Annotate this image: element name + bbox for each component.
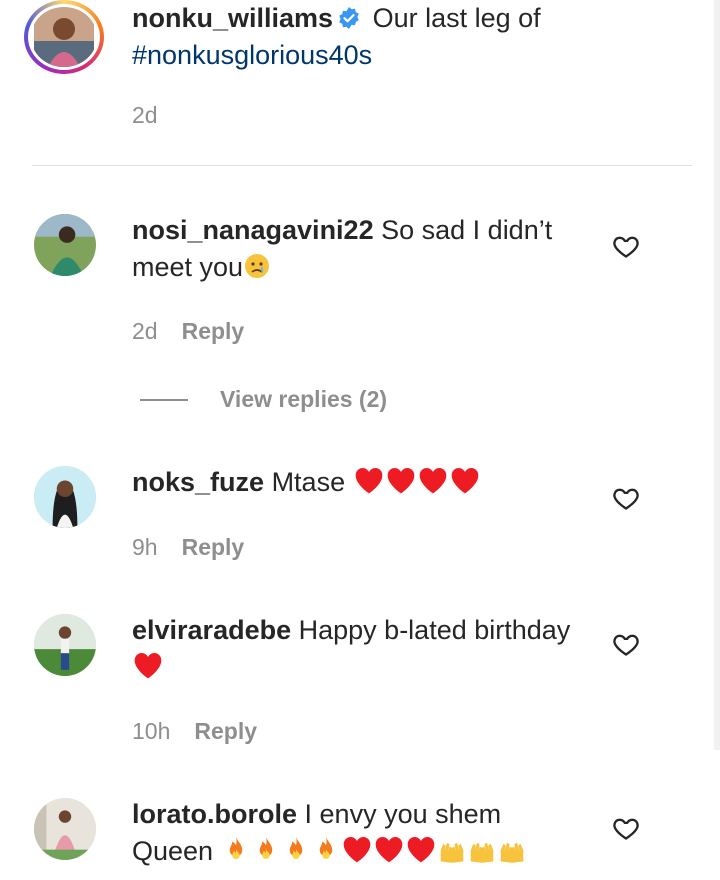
- red-heart-icon: [132, 650, 164, 680]
- red-heart-icon: [373, 834, 405, 864]
- fire-icon: [281, 834, 311, 864]
- raising-hands-icon: [467, 834, 497, 864]
- commenter-avatar[interactable]: [34, 466, 96, 528]
- comment-body: Mtase: [271, 467, 346, 497]
- comment-body-line2: Queen: [132, 836, 214, 866]
- commenter-avatar[interactable]: [34, 798, 96, 860]
- commenter-avatar[interactable]: [34, 614, 96, 676]
- reply-button[interactable]: Reply: [194, 718, 257, 745]
- comment-timestamp: 2d: [132, 318, 158, 344]
- red-heart-icon: [353, 465, 385, 495]
- comment-username[interactable]: nosi_nanagavini22: [132, 215, 374, 245]
- comment-timestamp: 10h: [132, 718, 171, 744]
- comment-text: elviraradebe Happy b-lated birthday: [132, 612, 592, 686]
- red-heart-icon: [341, 834, 373, 864]
- fire-icon: [311, 834, 341, 864]
- comment-meta: 9h Reply: [132, 534, 244, 561]
- reply-button[interactable]: Reply: [182, 534, 245, 561]
- comment-body-line2: meet you: [132, 252, 244, 282]
- like-heart-icon[interactable]: [612, 814, 640, 842]
- comment-username[interactable]: elviraradebe: [132, 615, 291, 645]
- red-heart-icon: [417, 465, 449, 495]
- verified-badge-icon: [337, 3, 361, 29]
- scroll-edge: [714, 0, 720, 750]
- comment-body: Happy b-lated birthday: [298, 615, 571, 645]
- like-heart-icon[interactable]: [612, 630, 640, 658]
- comment-username[interactable]: lorato.borole: [132, 799, 297, 829]
- comment-body: So sad I didn’t: [381, 215, 553, 245]
- post-meta: 2d: [132, 102, 158, 129]
- view-replies-button[interactable]: View replies (2): [140, 386, 387, 413]
- comment-meta: 10h Reply: [132, 718, 257, 745]
- comments-screen: nonku_williams Our last leg of #nonkusgl…: [0, 0, 720, 880]
- post-hashtag[interactable]: #nonkusglorious40s: [132, 40, 372, 70]
- post-author-username[interactable]: nonku_williams: [132, 3, 333, 33]
- comment-username[interactable]: noks_fuze: [132, 467, 264, 497]
- red-heart-icon: [405, 834, 437, 864]
- raising-hands-icon: [497, 834, 527, 864]
- crying-face-icon: [243, 252, 271, 280]
- divider: [32, 165, 692, 166]
- comment-timestamp: 9h: [132, 534, 158, 560]
- fire-icon: [221, 834, 251, 864]
- red-heart-icon: [449, 465, 481, 495]
- view-replies-line: [140, 398, 188, 401]
- post-author-avatar[interactable]: [24, 0, 104, 74]
- post-caption: nonku_williams Our last leg of #nonkusgl…: [132, 0, 692, 74]
- raising-hands-icon: [437, 834, 467, 864]
- fire-icon: [251, 834, 281, 864]
- comment-text: noks_fuze Mtase: [132, 464, 592, 501]
- post-timestamp: 2d: [132, 102, 158, 128]
- comment-text: lorato.borole I envy you shem Queen: [132, 796, 592, 870]
- commenter-avatar[interactable]: [34, 214, 96, 276]
- post-caption-text: Our last leg of: [372, 3, 541, 33]
- like-heart-icon[interactable]: [612, 232, 640, 260]
- reply-button[interactable]: Reply: [182, 318, 245, 345]
- red-heart-icon: [385, 465, 417, 495]
- comment-text: nosi_nanagavini22 So sad I didn’t meet y…: [132, 212, 592, 286]
- like-heart-icon[interactable]: [612, 484, 640, 512]
- comment-body: I envy you shem: [304, 799, 502, 829]
- comment-meta: 2d Reply: [132, 318, 244, 345]
- view-replies-label[interactable]: View replies (2): [220, 386, 387, 413]
